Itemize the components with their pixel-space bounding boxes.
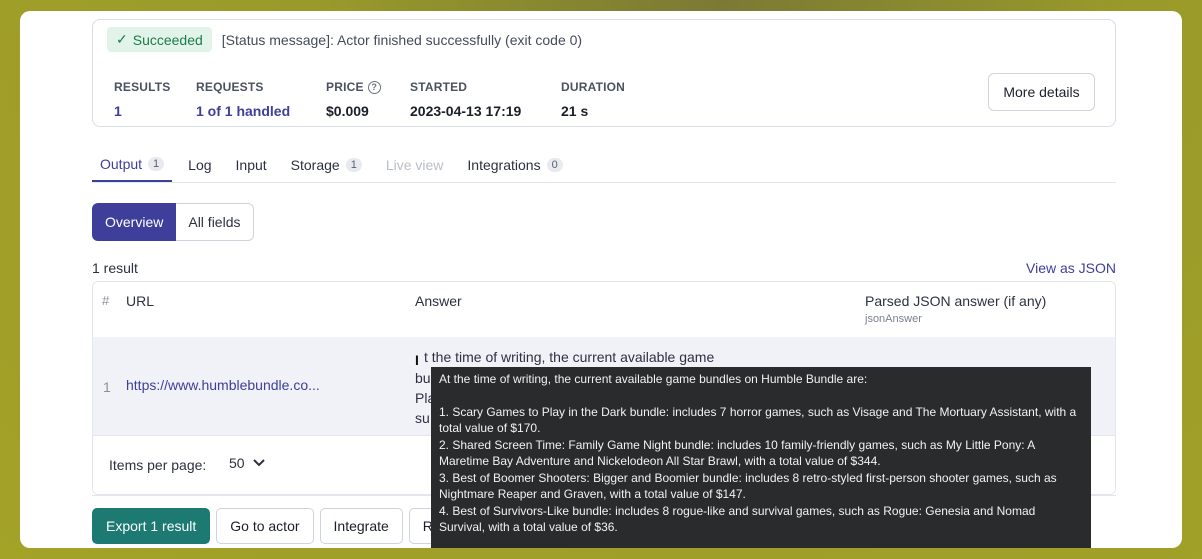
- run-tabs: Output 1 Log Input Storage 1 Live view I…: [92, 147, 1116, 183]
- row-url-link[interactable]: https://www.humblebundle.co...: [126, 377, 320, 393]
- tab-storage[interactable]: Storage 1: [283, 147, 370, 182]
- col-answer-header: Answer: [415, 293, 462, 309]
- tab-log[interactable]: Log: [180, 147, 219, 182]
- tab-label: Integrations: [467, 156, 541, 173]
- items-per-page-select[interactable]: 50: [229, 455, 265, 471]
- stat-duration: DURATION 21 s: [561, 80, 651, 119]
- status-message: [Status message]: Actor finished success…: [221, 31, 583, 48]
- tab-live-view: Live view: [378, 147, 452, 182]
- col-parsed-subheader: jsonAnswer: [865, 313, 922, 325]
- answer-line: It the time of writing, the current avai…: [415, 347, 835, 368]
- stat-duration-value: 21 s: [561, 103, 589, 119]
- col-index-header: #: [102, 293, 110, 308]
- integrate-button[interactable]: Integrate: [319, 508, 403, 544]
- tab-label: Output: [100, 155, 143, 172]
- tab-count: 1: [345, 157, 362, 172]
- answer-tooltip: At the time of writing, the current avai…: [431, 367, 1091, 548]
- tab-output[interactable]: Output 1: [92, 147, 173, 182]
- result-count: 1 result: [92, 260, 138, 276]
- tooltip-item: 4. Best of Survivors-Like bundle: includ…: [439, 503, 1036, 535]
- tooltip-intro: At the time of writing, the current avai…: [439, 372, 868, 386]
- status-badge-label: Succeeded: [132, 31, 203, 48]
- stat-label: DURATION: [561, 80, 626, 94]
- tab-label: Live view: [385, 156, 444, 173]
- stat-results: RESULTS 1: [114, 80, 196, 119]
- chevron-down-icon: [252, 459, 265, 467]
- tab-label: Storage: [290, 156, 340, 173]
- col-parsed-header: Parsed JSON answer (if any): [865, 293, 1047, 309]
- stat-price-value: $0.009: [326, 103, 369, 119]
- view-as-json-link[interactable]: View as JSON: [1026, 260, 1116, 276]
- stat-results-value[interactable]: 1: [114, 103, 196, 119]
- table-header: # URL Answer Parsed JSON answer (if any)…: [93, 282, 1115, 337]
- overview-toggle-button[interactable]: Overview: [92, 203, 177, 241]
- check-icon: ✓: [116, 31, 128, 47]
- stat-requests-value[interactable]: 1 of 1 handled: [196, 103, 326, 119]
- stat-started-value: 2023-04-13 17:19: [410, 103, 522, 119]
- stat-price: PRICE ? $0.009: [326, 80, 410, 119]
- stat-label: RESULTS: [114, 80, 171, 94]
- stat-label: STARTED: [410, 80, 468, 94]
- items-per-page-value: 50: [229, 455, 245, 471]
- help-icon[interactable]: ?: [367, 80, 381, 94]
- run-status-card: ✓ Succeeded [Status message]: Actor fini…: [92, 19, 1116, 127]
- stat-started: STARTED 2023-04-13 17:19: [410, 80, 561, 119]
- status-badge: ✓ Succeeded: [107, 27, 212, 52]
- app-frame: ✓ Succeeded [Status message]: Actor fini…: [20, 11, 1182, 548]
- text-cursor-icon: I: [415, 352, 419, 368]
- tooltip-spacer: [439, 388, 1083, 404]
- go-to-actor-button[interactable]: Go to actor: [216, 508, 314, 544]
- more-details-button[interactable]: More details: [988, 73, 1095, 111]
- tooltip-item: 3. Best of Boomer Shooters: Bigger and B…: [439, 470, 1057, 502]
- stat-requests: REQUESTS 1 of 1 handled: [196, 80, 326, 119]
- stat-label: PRICE ?: [326, 80, 410, 94]
- tab-label: Log: [188, 156, 212, 173]
- tab-label: Input: [235, 156, 267, 173]
- view-toggle: Overview All fields: [92, 203, 254, 241]
- export-results-button[interactable]: Export 1 result: [92, 508, 211, 544]
- status-row: ✓ Succeeded [Status message]: Actor fini…: [107, 27, 582, 52]
- tab-input[interactable]: Input: [228, 147, 275, 182]
- tab-integrations[interactable]: Integrations 0: [459, 147, 570, 182]
- col-url-header: URL: [126, 293, 155, 309]
- all-fields-toggle-button[interactable]: All fields: [176, 203, 254, 241]
- tooltip-item: 2. Shared Screen Time: Family Game Night…: [439, 437, 1035, 469]
- row-index: 1: [103, 379, 111, 395]
- tab-count: 1: [148, 156, 165, 171]
- run-stats: RESULTS 1 REQUESTS 1 of 1 handled PRICE …: [114, 80, 651, 119]
- stat-price-label: PRICE: [326, 80, 364, 94]
- action-bar: Export 1 result Go to actor Integrate R: [92, 508, 447, 544]
- answer-line-text: t the time of writing, the current avail…: [424, 349, 715, 365]
- tooltip-item: 1. Scary Games to Play in the Dark bundl…: [439, 404, 1077, 436]
- tab-count: 0: [546, 157, 563, 172]
- stat-label: REQUESTS: [196, 80, 264, 94]
- items-per-page-label: Items per page:: [109, 457, 207, 473]
